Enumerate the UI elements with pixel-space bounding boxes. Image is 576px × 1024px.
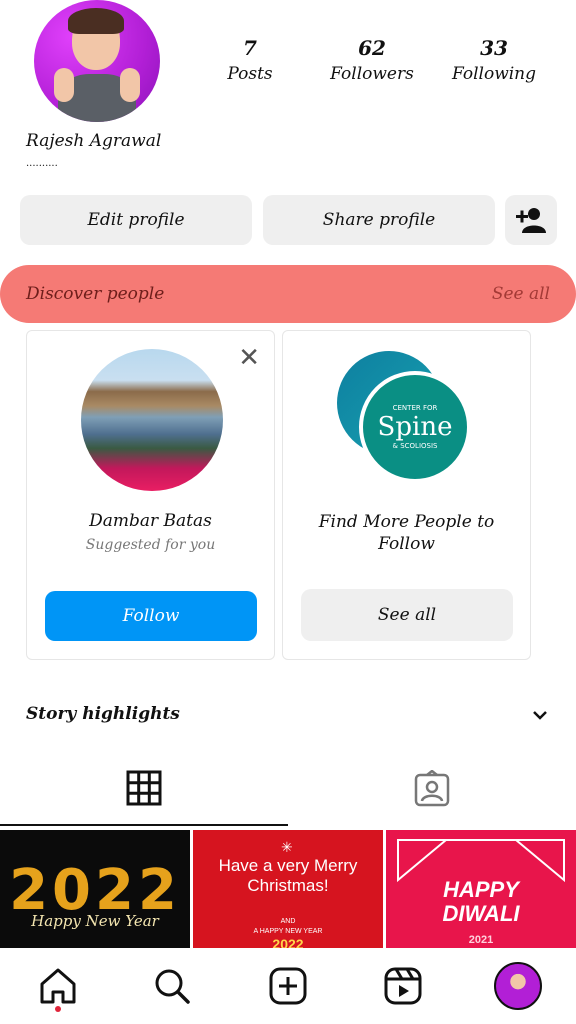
profile-bio: .......... <box>26 158 58 169</box>
star-icon: ✳ <box>281 840 293 856</box>
reels-icon[interactable] <box>383 966 423 1006</box>
post-extra2: A HAPPY NEW YEAR <box>253 928 323 935</box>
close-icon[interactable]: ✕ <box>238 343 260 373</box>
logo-small-text: CENTER FOR <box>392 404 438 412</box>
suggestion-avatar[interactable] <box>81 349 223 491</box>
post-thumbnail[interactable]: 2022 Happy New Year <box>0 830 190 948</box>
tagged-tab-icon[interactable] <box>413 769 451 808</box>
post-text: HAPPY DIWALI <box>442 877 520 926</box>
home-icon[interactable] <box>38 966 78 1006</box>
stat-followers-value: 62 <box>358 36 386 60</box>
avatar-hair <box>68 8 124 34</box>
post-number: 2021 <box>468 934 494 946</box>
stat-posts[interactable]: 7 Posts <box>200 36 300 84</box>
see-all-button[interactable]: See all <box>301 589 513 641</box>
notification-dot <box>55 1006 61 1012</box>
grid-tab-icon[interactable] <box>126 770 162 806</box>
add-user-icon <box>516 208 546 233</box>
post-text: Have a very Merry Christmas! <box>218 856 358 895</box>
discover-people-bar: Discover people See all <box>0 265 576 323</box>
stat-posts-value: 7 <box>243 36 257 60</box>
stat-following[interactable]: 33 Following <box>444 36 544 84</box>
thumb-right <box>120 68 140 102</box>
stat-following-label: Following <box>451 64 537 84</box>
thumb-left <box>54 68 74 102</box>
profile-avatar[interactable] <box>34 0 160 122</box>
stat-following-value: 33 <box>480 36 508 60</box>
chevron-down-icon[interactable] <box>532 706 548 725</box>
logo-sub-text: & SCOLIOSIS <box>392 442 438 450</box>
post-thumbnail[interactable]: HAPPY DIWALI 2021 <box>386 830 576 948</box>
post-thumbnail[interactable]: ✳ Have a very Merry Christmas! AND A HAP… <box>193 830 383 948</box>
discover-see-all-link[interactable]: See all <box>492 284 550 304</box>
share-profile-button[interactable]: Share profile <box>263 195 495 245</box>
stacked-avatar-front: CENTER FOR Spine & SCOLIOSIS <box>359 371 471 483</box>
profile-nav-avatar[interactable] <box>494 962 542 1010</box>
profile-username: Rajesh Agrawal <box>26 131 162 151</box>
story-highlights-title: Story highlights <box>26 704 180 724</box>
suggestion-subtitle: Suggested for you <box>85 537 216 553</box>
suggestion-card: ✕ Dambar Batas Suggested for you Follow <box>26 330 275 660</box>
find-more-card: CENTER FOR Spine & SCOLIOSIS Find More P… <box>282 330 531 660</box>
post-extra: AND <box>280 918 296 925</box>
profile-stats: 7 Posts 62 Followers 33 Following <box>200 36 560 84</box>
search-icon[interactable] <box>152 966 192 1006</box>
logo-big-text: Spine <box>377 412 453 442</box>
stat-followers[interactable]: 62 Followers <box>300 36 444 84</box>
post-number: 2022 <box>272 936 304 948</box>
create-icon[interactable] <box>268 966 308 1006</box>
stat-followers-label: Followers <box>330 64 414 84</box>
suggestion-name: Dambar Batas <box>89 511 212 531</box>
find-more-title: Find More People to Follow <box>318 512 495 554</box>
discover-title: Discover people <box>26 284 165 304</box>
post-text: Happy New Year <box>31 912 159 930</box>
bottom-navigation <box>0 948 576 1024</box>
active-tab-indicator <box>0 824 288 826</box>
stat-posts-label: Posts <box>227 64 273 84</box>
follow-button[interactable]: Follow <box>45 591 257 641</box>
add-user-button[interactable] <box>505 195 557 245</box>
edit-profile-button[interactable]: Edit profile <box>20 195 252 245</box>
